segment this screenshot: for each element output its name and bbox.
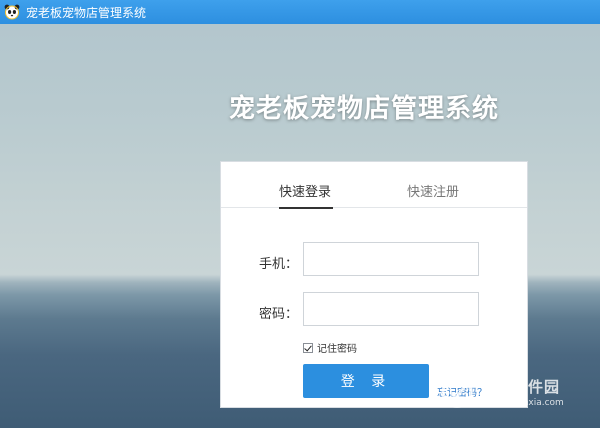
- window-title: 宠老板宠物店管理系统: [26, 5, 147, 20]
- watermark-sub: www.downxia.com: [480, 398, 564, 408]
- hero-title: 宠老板宠物店管理系统: [228, 94, 499, 124]
- login-tabs: 快速登录 快速注册: [221, 162, 527, 209]
- active-tab-indicator: [279, 207, 333, 209]
- tab-quick-register[interactable]: 快速注册: [407, 181, 459, 200]
- password-input[interactable]: [303, 292, 479, 326]
- watermark: 当下软件园 www.downxia.com: [440, 368, 600, 416]
- watermark-text: 当下软件园 www.downxia.com: [480, 376, 564, 408]
- watermark-logo-icon: [440, 375, 474, 409]
- panda-icon: [4, 4, 20, 20]
- title-bar[interactable]: 宠老板宠物店管理系统: [0, 0, 600, 24]
- phone-label: 手机：: [259, 257, 299, 272]
- watermark-main: 当下软件园: [480, 378, 561, 396]
- remember-password[interactable]: 记住密码: [303, 340, 357, 355]
- app-window: 宠老板宠物店管理系统 宠老板宠物店管理系统 快速登录 快速注册 手机： 密码： …: [0, 0, 600, 428]
- login-button[interactable]: 登 录: [303, 364, 429, 398]
- remember-checkbox[interactable]: [303, 342, 313, 353]
- password-label: 密码：: [259, 307, 299, 322]
- phone-input[interactable]: [303, 242, 479, 276]
- tab-quick-login[interactable]: 快速登录: [279, 181, 331, 200]
- remember-label: 记住密码: [317, 344, 357, 355]
